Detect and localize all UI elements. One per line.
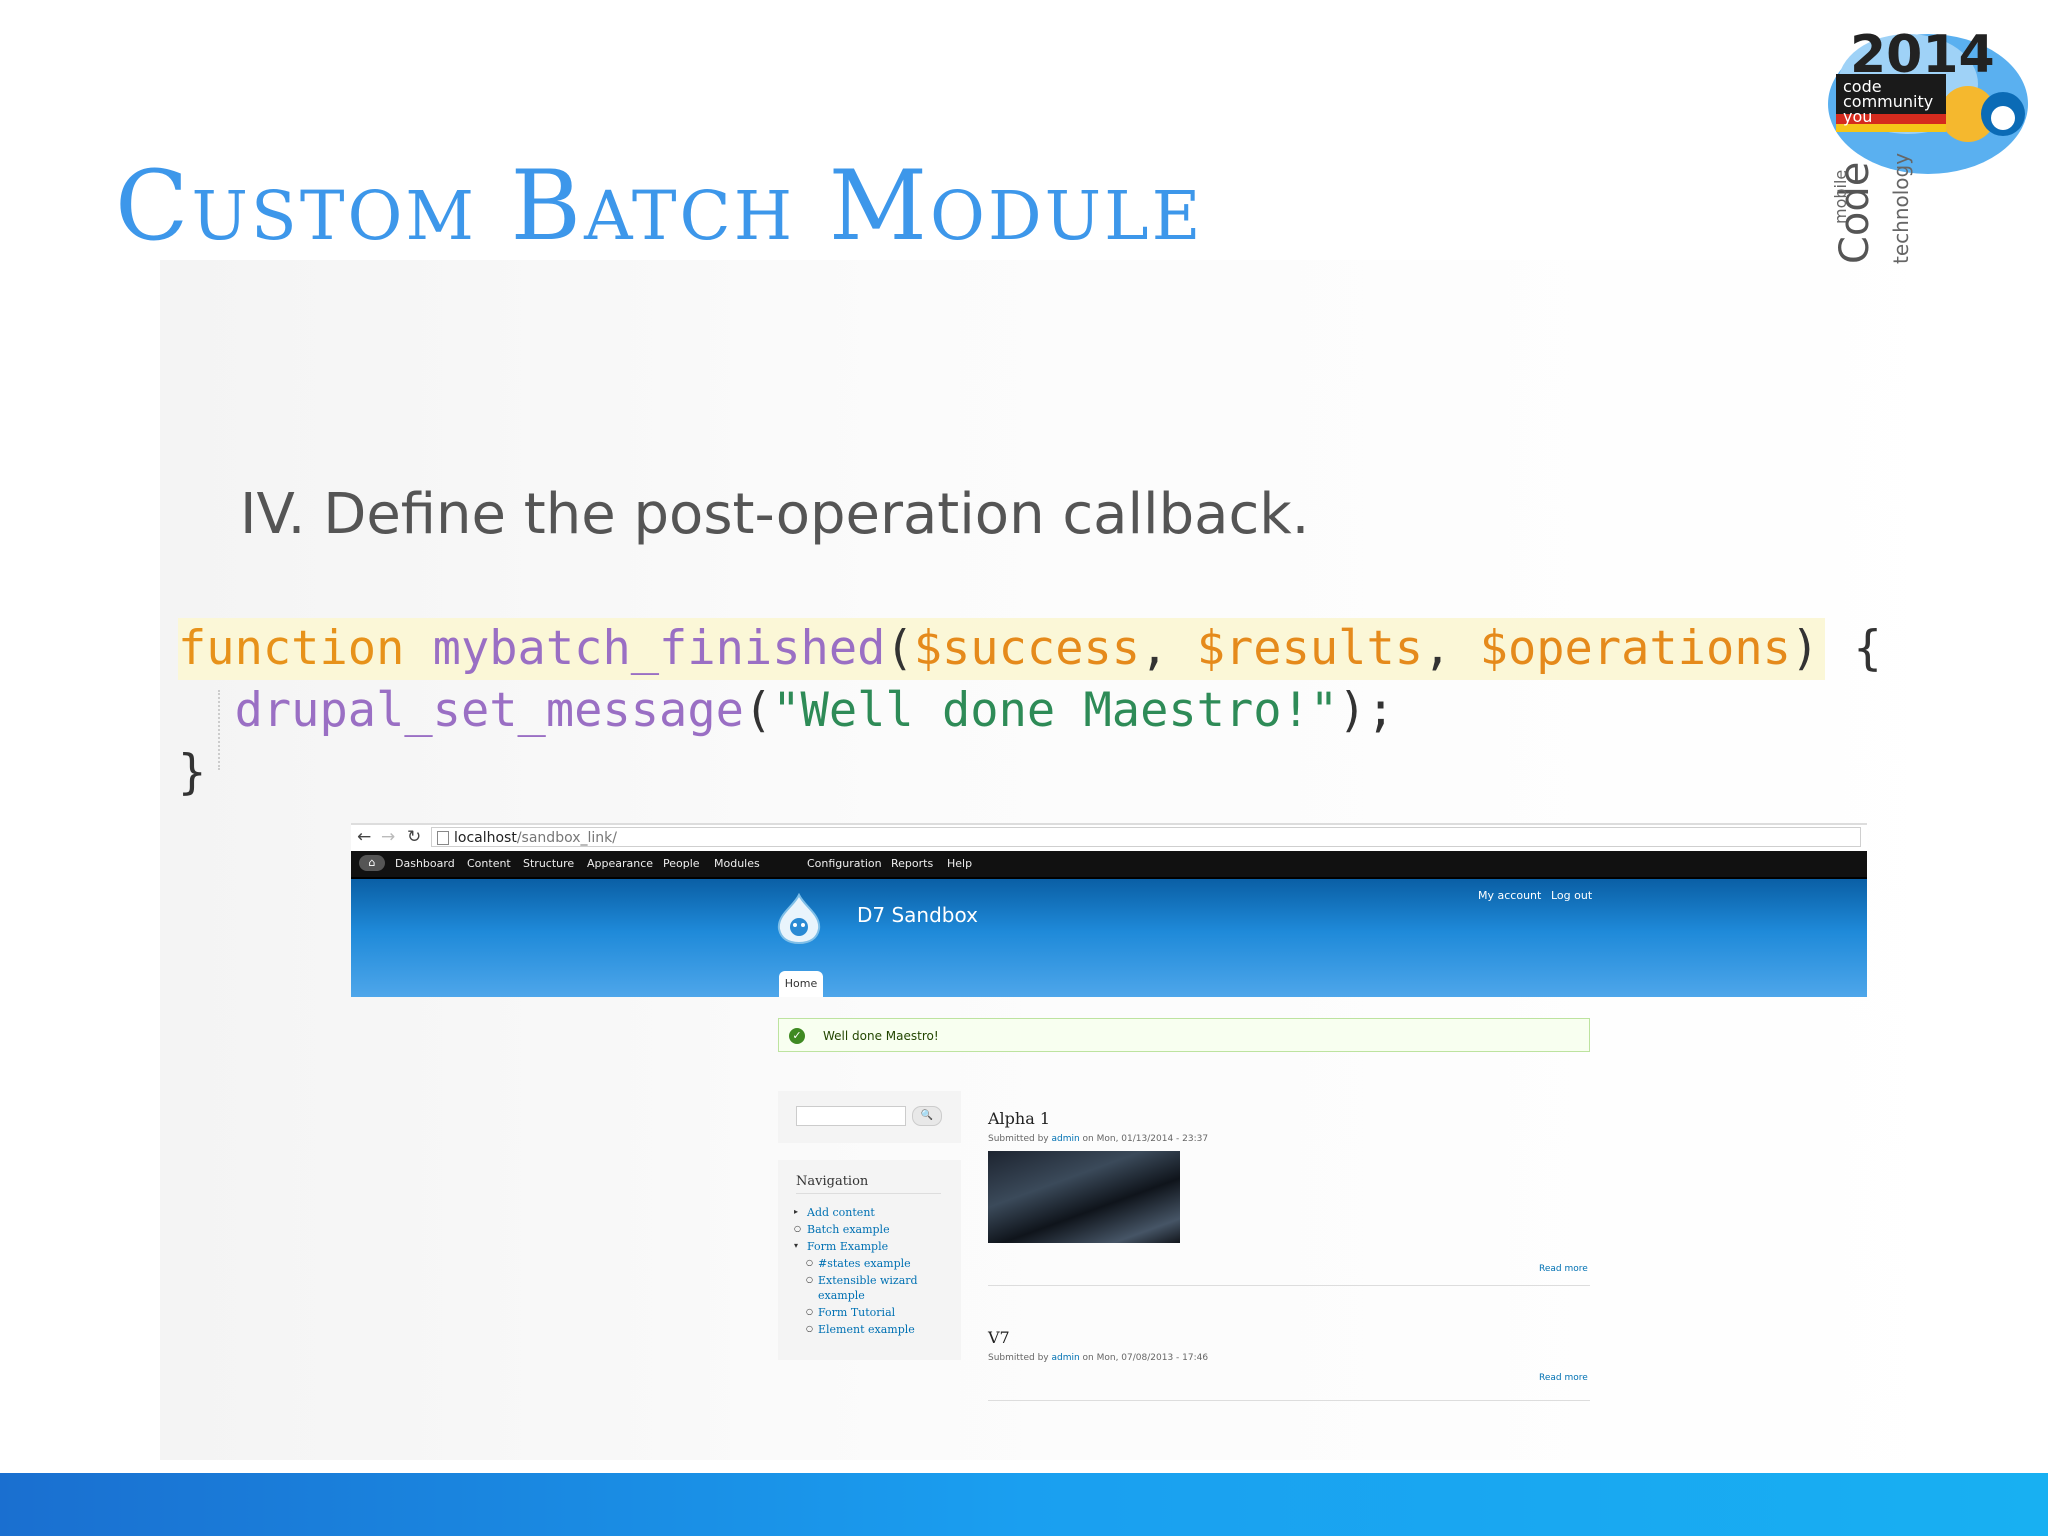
forward-arrow-icon[interactable]: → bbox=[381, 827, 395, 847]
code-string: "Well done Maestro!" bbox=[772, 683, 1339, 738]
code-sep: , bbox=[1423, 621, 1480, 676]
bullet-icon: ○ bbox=[794, 1224, 801, 1233]
site-header: D7 Sandbox My account Log out Home bbox=[351, 879, 1867, 997]
navigation-heading: Navigation bbox=[796, 1174, 941, 1194]
article-title[interactable]: V7 bbox=[988, 1328, 1010, 1347]
svg-text:mobile: mobile bbox=[1831, 170, 1850, 224]
drupalcamp-2014-logo: 2014 code community you Code technology … bbox=[1828, 25, 2028, 264]
toolbar-reports[interactable]: Reports bbox=[891, 857, 933, 870]
nav-item-states-example[interactable]: #states example bbox=[818, 1257, 911, 1270]
reload-icon[interactable]: ↻ bbox=[407, 827, 421, 847]
toolbar-help[interactable]: Help bbox=[947, 857, 972, 870]
code-brace-open: { bbox=[1825, 621, 1882, 676]
log-out-link[interactable]: Log out bbox=[1551, 889, 1592, 902]
nav-item-form-tutorial[interactable]: Form Tutorial bbox=[818, 1306, 895, 1319]
code-sep: , bbox=[1140, 621, 1197, 676]
svg-text:technology: technology bbox=[1889, 153, 1913, 264]
browser-url-bar: ← → ↻ localhost/sandbox_link/ bbox=[351, 823, 1867, 853]
toolbar-dashboard[interactable]: Dashboard bbox=[395, 857, 455, 870]
article-divider bbox=[988, 1285, 1590, 1286]
code-arg-results: $results bbox=[1196, 621, 1424, 676]
browser-screenshot: ← → ↻ localhost/sandbox_link/ ⌂ Dashboar… bbox=[351, 823, 1867, 1413]
code-keyword: function bbox=[178, 621, 405, 676]
svg-text:2014: 2014 bbox=[1850, 25, 1995, 85]
site-name[interactable]: D7 Sandbox bbox=[857, 903, 978, 927]
bullet-icon: ○ bbox=[806, 1324, 813, 1333]
svg-text:you: you bbox=[1843, 107, 1872, 126]
nav-item-add-content[interactable]: Add content bbox=[807, 1206, 875, 1219]
collapsed-arrow-icon: ▸ bbox=[794, 1207, 799, 1216]
code-line-1: function mybatch_finished($success, $res… bbox=[178, 618, 1898, 680]
tab-home[interactable]: Home bbox=[779, 971, 823, 997]
drupal-logo-icon[interactable] bbox=[775, 893, 823, 945]
article-meta: Submitted by admin on Mon, 07/08/2013 - … bbox=[988, 1353, 1208, 1363]
url-path: /sandbox_link/ bbox=[516, 830, 617, 846]
read-more-link[interactable]: Read more bbox=[1539, 1373, 1588, 1383]
article-date: on Mon, 07/08/2013 - 17:46 bbox=[1079, 1353, 1209, 1363]
url-host: localhost bbox=[454, 830, 517, 846]
nav-item-extensible-wizard-cont[interactable]: example bbox=[818, 1289, 865, 1302]
bullet-icon: ○ bbox=[806, 1258, 813, 1267]
expanded-arrow-icon: ▾ bbox=[794, 1241, 799, 1250]
toolbar-people[interactable]: People bbox=[663, 857, 700, 870]
code-paren-close: ); bbox=[1338, 683, 1395, 738]
search-icon[interactable]: 🔍 bbox=[912, 1106, 942, 1126]
code-arg-operations: $operations bbox=[1479, 621, 1791, 676]
status-message-text: Well done Maestro! bbox=[823, 1029, 939, 1043]
nav-item-element-example[interactable]: Element example bbox=[818, 1323, 915, 1336]
search-block: 🔍 bbox=[778, 1091, 961, 1143]
status-message: ✓ Well done Maestro! bbox=[778, 1018, 1590, 1052]
toolbar-configuration[interactable]: Configuration bbox=[807, 857, 882, 870]
author-link[interactable]: admin bbox=[1051, 1134, 1079, 1144]
toolbar-modules[interactable]: Modules bbox=[714, 857, 760, 870]
page-icon bbox=[437, 831, 449, 845]
article-meta: Submitted by admin on Mon, 01/13/2014 - … bbox=[988, 1134, 1208, 1144]
code-brace-close: } bbox=[178, 745, 207, 800]
search-input[interactable] bbox=[796, 1106, 906, 1126]
code-call: drupal_set_message bbox=[234, 683, 744, 738]
code-arg-success: $success bbox=[913, 621, 1141, 676]
author-link[interactable]: admin bbox=[1051, 1353, 1079, 1363]
nav-item-form-example[interactable]: Form Example bbox=[807, 1240, 888, 1253]
bullet-icon: ○ bbox=[806, 1275, 813, 1284]
admin-toolbar: ⌂ Dashboard Content Structure Appearance… bbox=[351, 851, 1867, 879]
footer-bar bbox=[0, 1473, 2048, 1536]
code-block: function mybatch_finished($success, $res… bbox=[178, 618, 1898, 804]
article-image[interactable] bbox=[988, 1151, 1180, 1243]
navigation-block: Navigation ▸ Add content ○ Batch example… bbox=[778, 1160, 961, 1360]
code-function-name: mybatch_finished bbox=[432, 621, 886, 676]
back-arrow-icon[interactable]: ← bbox=[357, 827, 371, 847]
nav-item-batch-example[interactable]: Batch example bbox=[807, 1223, 890, 1236]
toolbar-appearance[interactable]: Appearance bbox=[587, 857, 653, 870]
code-line-2: drupal_set_message("Well done Maestro!")… bbox=[178, 680, 1898, 742]
check-icon: ✓ bbox=[789, 1028, 805, 1044]
code-paren-close: ) bbox=[1790, 621, 1820, 676]
code-paren-open: ( bbox=[743, 683, 773, 738]
submitted-by-label: Submitted by bbox=[988, 1353, 1052, 1363]
article-date: on Mon, 01/13/2014 - 23:37 bbox=[1079, 1134, 1209, 1144]
article-divider bbox=[988, 1400, 1590, 1401]
toolbar-content[interactable]: Content bbox=[467, 857, 511, 870]
indent-guide bbox=[218, 690, 220, 770]
slide-title: Custom Batch Module bbox=[115, 150, 1204, 262]
nav-item-extensible-wizard[interactable]: Extensible wizard bbox=[818, 1274, 918, 1287]
home-icon[interactable]: ⌂ bbox=[359, 855, 385, 871]
article-title[interactable]: Alpha 1 bbox=[988, 1109, 1050, 1128]
read-more-link[interactable]: Read more bbox=[1539, 1264, 1588, 1274]
address-input[interactable]: localhost/sandbox_link/ bbox=[431, 827, 1861, 847]
code-paren-open: ( bbox=[885, 621, 914, 676]
submitted-by-label: Submitted by bbox=[988, 1134, 1052, 1144]
bullet-point: IV. Define the post-operation callback. bbox=[240, 482, 1310, 547]
my-account-link[interactable]: My account bbox=[1478, 889, 1541, 902]
toolbar-structure[interactable]: Structure bbox=[523, 857, 574, 870]
code-line-3: } bbox=[178, 742, 1898, 804]
bullet-icon: ○ bbox=[806, 1307, 813, 1316]
